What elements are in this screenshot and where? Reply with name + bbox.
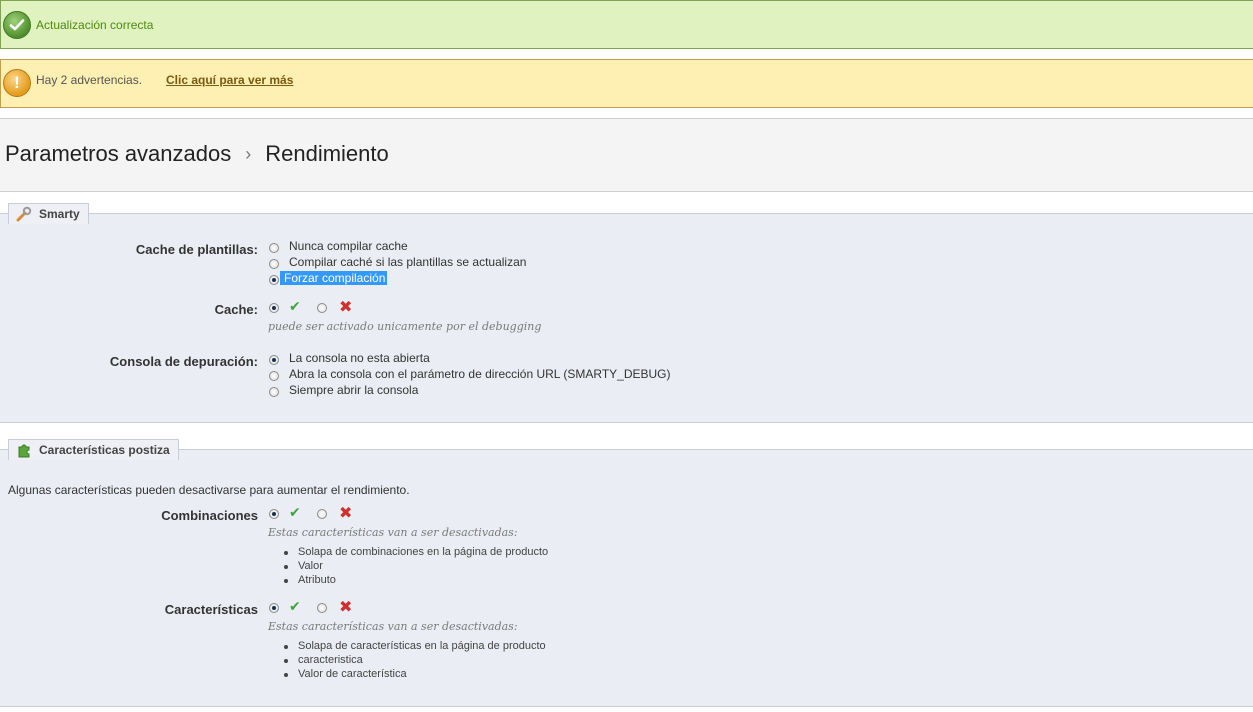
characteristics-hint: Estas características van a ser desactiv… [268, 620, 518, 633]
smarty-legend: Smarty [8, 203, 89, 224]
list-item: caracteristica [284, 654, 363, 666]
breadcrumb-separator: › [245, 144, 252, 164]
warning-message: Hay 2 advertencias. [36, 73, 143, 87]
cache-force-radio[interactable] [269, 275, 279, 285]
exclamation-circle-icon: ! [3, 69, 31, 97]
cross-icon: ✖ [339, 599, 353, 616]
features-legend-label: Características postiza [39, 443, 170, 457]
combinations-no-radio[interactable] [317, 509, 327, 519]
success-message: Actualización correcta [36, 18, 154, 32]
cache-force-option[interactable]: Forzar compilación [280, 271, 388, 285]
check-icon: ✔ [289, 504, 301, 520]
cache-yes-radio[interactable] [269, 303, 279, 313]
features-legend: Características postiza [8, 439, 179, 460]
list-item: Valor [284, 560, 323, 572]
cache-no-radio[interactable] [317, 303, 327, 313]
cache-hint: puede ser activado unicamente por el deb… [268, 320, 542, 333]
combinations-hint: Estas características van a ser desactiv… [268, 526, 518, 539]
list-item: Atributo [284, 574, 336, 586]
warning-notification: ! Hay 2 advertencias. Clic aquí para ver… [0, 59, 1253, 108]
success-notification: Actualización correcta [0, 0, 1253, 49]
check-icon: ✔ [289, 298, 301, 314]
console-url-radio[interactable] [269, 371, 279, 381]
cross-icon: ✖ [339, 505, 353, 522]
combinations-yes-radio[interactable] [269, 509, 279, 519]
characteristics-label: Características [164, 602, 258, 617]
features-fieldset: Características postiza Algunas caracter… [0, 439, 1253, 707]
console-always-option[interactable]: Siempre abrir la consola [289, 383, 418, 397]
check-circle-icon [3, 11, 31, 39]
cache-never-option[interactable]: Nunca compilar cache [289, 239, 408, 253]
characteristics-no-radio[interactable] [317, 603, 327, 613]
list-item: Solapa de características en la página d… [284, 640, 546, 652]
breadcrumb-parent[interactable]: Parametros avanzados [5, 141, 231, 166]
cross-icon: ✖ [339, 299, 353, 316]
cache-label: Cache: [214, 302, 258, 317]
debug-console-label: Consola de depuración: [109, 354, 258, 369]
combinations-label: Combinaciones [161, 508, 258, 523]
cache-on-update-option[interactable]: Compilar caché si las plantillas se actu… [289, 255, 526, 269]
console-always-radio[interactable] [269, 387, 279, 397]
cache-templates-label: Cache de plantillas: [135, 242, 258, 257]
page-title: Rendimiento [265, 141, 389, 166]
list-item: Solapa de combinaciones en la página de … [283, 546, 549, 558]
characteristics-yes-radio[interactable] [269, 603, 279, 613]
features-intro: Algunas características pueden desactiva… [8, 483, 410, 497]
puzzle-icon [16, 442, 32, 464]
smarty-fieldset: Smarty Cache de plantillas: Nunca compil… [0, 203, 1253, 423]
console-url-option[interactable]: Abra la consola con el parámetro de dire… [289, 367, 671, 381]
console-closed-option[interactable]: La consola no esta abierta [289, 351, 430, 365]
show-warnings-link[interactable]: Clic aquí para ver más [166, 73, 293, 87]
list-item: Valor de característica [284, 668, 407, 680]
console-closed-radio[interactable] [269, 355, 279, 365]
smarty-legend-label: Smarty [39, 207, 80, 221]
cache-never-radio[interactable] [269, 243, 279, 253]
wrench-icon [16, 206, 32, 228]
page-header: Parametros avanzados › Rendimiento [0, 118, 1253, 192]
cache-on-update-radio[interactable] [269, 259, 279, 269]
breadcrumb: Parametros avanzados › Rendimiento [5, 141, 389, 167]
check-icon: ✔ [289, 598, 301, 614]
